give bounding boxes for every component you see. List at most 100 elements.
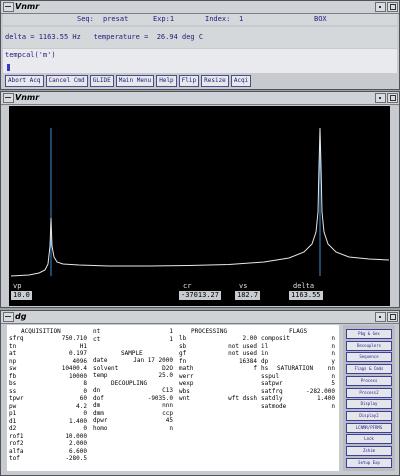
menu-button-decouplers[interactable]: Decouplers	[346, 340, 392, 351]
command-text: tempcal('m')	[5, 51, 56, 59]
spectrum-trace	[10, 127, 390, 277]
window-menu-icon[interactable]	[3, 2, 14, 12]
param-value: -9035.0	[147, 394, 173, 402]
param-value: 5	[331, 380, 335, 387]
param-value: n	[169, 424, 173, 432]
flags-header: FLAGS	[289, 328, 308, 335]
menu-button-flags-cmds[interactable]: Flags & Cmds	[346, 364, 392, 375]
menu-button-process2[interactable]: Process2	[346, 387, 392, 398]
main-menu-button[interactable]: Main Menu	[115, 75, 155, 87]
processing-header: PROCESSING	[191, 328, 228, 335]
menu-button-setup-exp[interactable]: Setup Exp	[346, 457, 392, 468]
minimize-icon[interactable]	[375, 312, 386, 322]
readout-bar: vp 10.0 cr -37013.27 vs 182.7 delta 1163…	[9, 280, 390, 306]
param-value: -282.000	[306, 387, 335, 395]
delta-label: delta	[293, 282, 315, 290]
param-value: 60	[79, 395, 87, 402]
param-value: Jan 17 2000	[133, 357, 173, 364]
vp-label: vp	[13, 282, 22, 290]
box-label: BOX	[314, 15, 327, 23]
param-name: satmode	[261, 402, 287, 410]
param-value: -280.5	[65, 455, 87, 462]
index-label: Index:	[205, 15, 231, 23]
menu-button-lcnmr-pfrms[interactable]: LCNMR/PFRMS	[346, 422, 392, 433]
param-value: n	[331, 372, 335, 380]
param-name: fb	[9, 372, 17, 380]
param-name: sw	[9, 365, 17, 372]
spectrum-canvas[interactable]	[9, 106, 390, 280]
param-name: in	[261, 350, 269, 357]
param-name: date	[93, 357, 108, 364]
menu-button-pbg-gex[interactable]: Pbg & Gex	[346, 329, 392, 339]
param-name: sb	[179, 342, 187, 350]
cancel-cmd-button[interactable]: Cancel Cmd	[45, 75, 88, 87]
param-name: dm	[93, 402, 101, 409]
param-value: not used	[228, 342, 257, 350]
delta-value: 1163.55	[289, 291, 323, 300]
title-bar[interactable]: Vnmr	[1, 92, 399, 105]
acqi-button[interactable]: Acqi	[230, 75, 252, 87]
param-name: werr	[179, 372, 194, 380]
window-menu-icon[interactable]	[3, 312, 14, 322]
flip-button[interactable]: Flip	[178, 75, 200, 87]
param-name: temp	[93, 372, 108, 379]
cr-label: cr	[183, 282, 192, 290]
menu-button-zshim[interactable]: Zshim	[346, 446, 392, 456]
param-value: 45	[165, 417, 173, 424]
param-value: nn	[327, 365, 335, 372]
param-value: not used	[228, 350, 257, 357]
minimize-icon[interactable]	[375, 93, 386, 103]
parameter-menu: Pbg & Gex Decouplers Sequence Flags & Cmds P…	[343, 325, 395, 471]
spectrum-plot	[10, 127, 390, 277]
maximize-icon[interactable]	[387, 2, 398, 12]
command-input[interactable]: tempcal('m')	[3, 49, 397, 73]
param-name: tn	[9, 342, 17, 350]
status-header: Seq: presat Exp:1 Index: 1 BOX	[3, 14, 397, 25]
menu-button-display[interactable]: Display	[346, 399, 392, 410]
help-button[interactable]: Help	[156, 75, 177, 87]
param-value: 4.2	[76, 402, 87, 410]
command-button-row: Abort Acq Cancel Cmd GLIDE Main Menu Hel…	[5, 75, 252, 87]
abort-acq-button[interactable]: Abort Acq	[5, 75, 44, 87]
param-value: f	[253, 365, 257, 372]
param-value: 25.0	[158, 372, 173, 379]
param-value: 0	[83, 410, 87, 417]
maximize-icon[interactable]	[387, 93, 398, 103]
param-value: n	[331, 402, 335, 410]
exp-label: Exp:1	[153, 15, 175, 23]
param-value: 16384	[238, 357, 257, 365]
param-value: 0	[83, 425, 87, 432]
menu-button-process[interactable]: Process	[346, 375, 392, 386]
title-bar[interactable]: Vnmr	[1, 1, 399, 14]
param-value: n	[331, 342, 335, 350]
resize-button[interactable]: Resize	[201, 75, 229, 87]
menu-button-display2[interactable]: Display2	[346, 410, 392, 421]
param-name: wnt	[179, 395, 190, 402]
menu-button-sequence[interactable]: Sequence	[346, 352, 392, 363]
seq-value: presat	[103, 15, 129, 23]
param-name: homo	[93, 424, 108, 432]
param-name: dmm	[93, 409, 104, 417]
title-bar[interactable]: dg	[1, 311, 399, 324]
param-value: 10000	[68, 372, 87, 380]
param-value: 2.00	[242, 335, 257, 342]
param-name: tof	[9, 455, 20, 462]
param-value: 1	[169, 328, 173, 335]
param-name: satfrq	[261, 387, 283, 395]
param-value: 8	[83, 380, 87, 387]
vnmr-command-window: Vnmr Seq: presat Exp:1 Index: 1 BOX delt…	[0, 0, 400, 90]
window-title: Vnmr	[15, 2, 40, 11]
seq-label: Seq:	[77, 15, 94, 23]
window-menu-icon[interactable]	[3, 93, 14, 103]
param-value: C13	[162, 387, 173, 394]
parameter-display: ACQUISITION sfrq 750.710 tn H1 at 0.197 np 4096…	[7, 325, 339, 471]
menu-button-lock[interactable]: Lock	[346, 434, 392, 445]
param-value: 0.197	[68, 350, 87, 357]
param-name: p1	[9, 410, 17, 417]
param-value: H1	[79, 342, 87, 350]
maximize-icon[interactable]	[387, 312, 398, 322]
glide-button[interactable]: GLIDE	[89, 75, 114, 87]
dg-window: dg ACQUISITION sfrq 750.710 tn H1 at 0.197 np 4…	[0, 310, 400, 476]
param-name: fn	[179, 357, 187, 365]
minimize-icon[interactable]	[375, 2, 386, 12]
